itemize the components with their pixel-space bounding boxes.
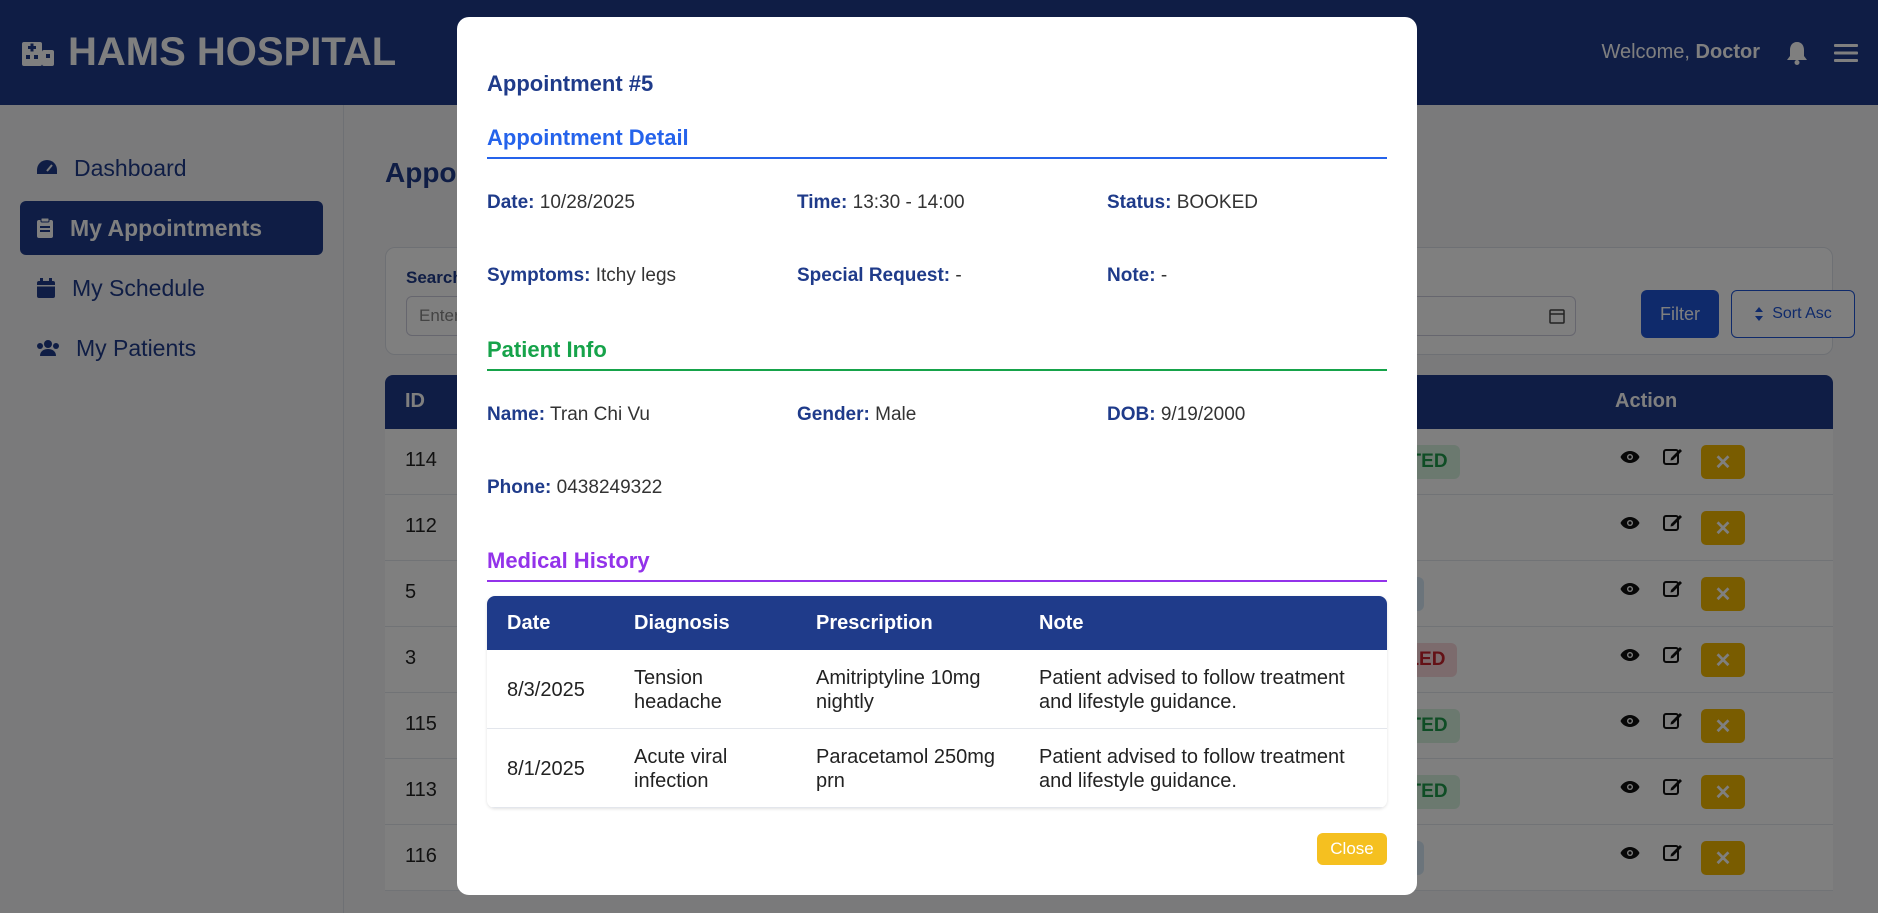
- status-label: Status:: [1107, 192, 1172, 213]
- name-label: Name:: [487, 404, 546, 425]
- history-diagnosis: Acute viral infection: [634, 746, 728, 792]
- gender-field: Gender: Male: [797, 404, 916, 426]
- time-field: Time: 13:30 - 14:00: [797, 192, 965, 214]
- patient-info-heading: Patient Info: [487, 337, 1387, 371]
- status-value: BOOKED: [1176, 192, 1258, 213]
- col-date: Date: [507, 612, 551, 634]
- table-row: 8/3/2025 Tension headache Amitriptyline …: [487, 650, 1387, 729]
- table-row: 8/1/2025 Acute viral infection Paracetam…: [487, 729, 1387, 808]
- medical-history-heading: Medical History: [487, 548, 1387, 582]
- special-request-field: Special Request: -: [797, 265, 962, 287]
- appointment-detail-heading: Appointment Detail: [487, 125, 1387, 159]
- history-note: Patient advised to follow treatment and …: [1039, 667, 1345, 713]
- phone-field: Phone: 0438249322: [487, 477, 662, 499]
- history-prescription: Paracetamol 250mg prn: [816, 746, 995, 792]
- symptoms-label: Symptoms:: [487, 265, 591, 286]
- symptoms-field: Symptoms: Itchy legs: [487, 265, 676, 287]
- dob-field: DOB: 9/19/2000: [1107, 404, 1245, 426]
- date-label: Date:: [487, 192, 535, 213]
- history-date: 8/3/2025: [507, 679, 585, 701]
- dob-value: 9/19/2000: [1160, 404, 1246, 425]
- name-field: Name: Tran Chi Vu: [487, 404, 650, 426]
- dob-label: DOB:: [1107, 404, 1156, 425]
- symptoms-value: Itchy legs: [595, 265, 677, 286]
- col-prescription: Prescription: [816, 612, 933, 634]
- note-field: Note: -: [1107, 265, 1167, 287]
- medical-history-table: Date Diagnosis Prescription Note 8/3/202…: [487, 596, 1387, 808]
- name-value: Tran Chi Vu: [550, 404, 650, 425]
- close-button[interactable]: Close: [1317, 833, 1387, 865]
- special-request-label: Special Request:: [797, 265, 951, 286]
- phone-value: 0438249322: [556, 477, 663, 498]
- history-prescription: Amitriptyline 10mg nightly: [816, 667, 981, 713]
- history-diagnosis: Tension headache: [634, 667, 722, 713]
- appointment-modal: Appointment #5 Appointment Detail Date: …: [457, 17, 1417, 895]
- special-request-value: -: [955, 265, 962, 286]
- gender-value: Male: [875, 404, 917, 425]
- phone-label: Phone:: [487, 477, 552, 498]
- history-date: 8/1/2025: [507, 758, 585, 780]
- time-label: Time:: [797, 192, 848, 213]
- date-field: Date: 10/28/2025: [487, 192, 635, 214]
- gender-label: Gender:: [797, 404, 870, 425]
- note-label: Note:: [1107, 265, 1156, 286]
- status-field: Status: BOOKED: [1107, 192, 1258, 214]
- col-note: Note: [1039, 612, 1084, 634]
- time-value: 13:30 - 14:00: [852, 192, 965, 213]
- col-diagnosis: Diagnosis: [634, 612, 730, 634]
- date-value: 10/28/2025: [539, 192, 635, 213]
- medical-history-header: Date Diagnosis Prescription Note: [487, 596, 1387, 650]
- history-note: Patient advised to follow treatment and …: [1039, 746, 1345, 792]
- modal-title: Appointment #5: [487, 71, 654, 96]
- note-value: -: [1160, 265, 1168, 286]
